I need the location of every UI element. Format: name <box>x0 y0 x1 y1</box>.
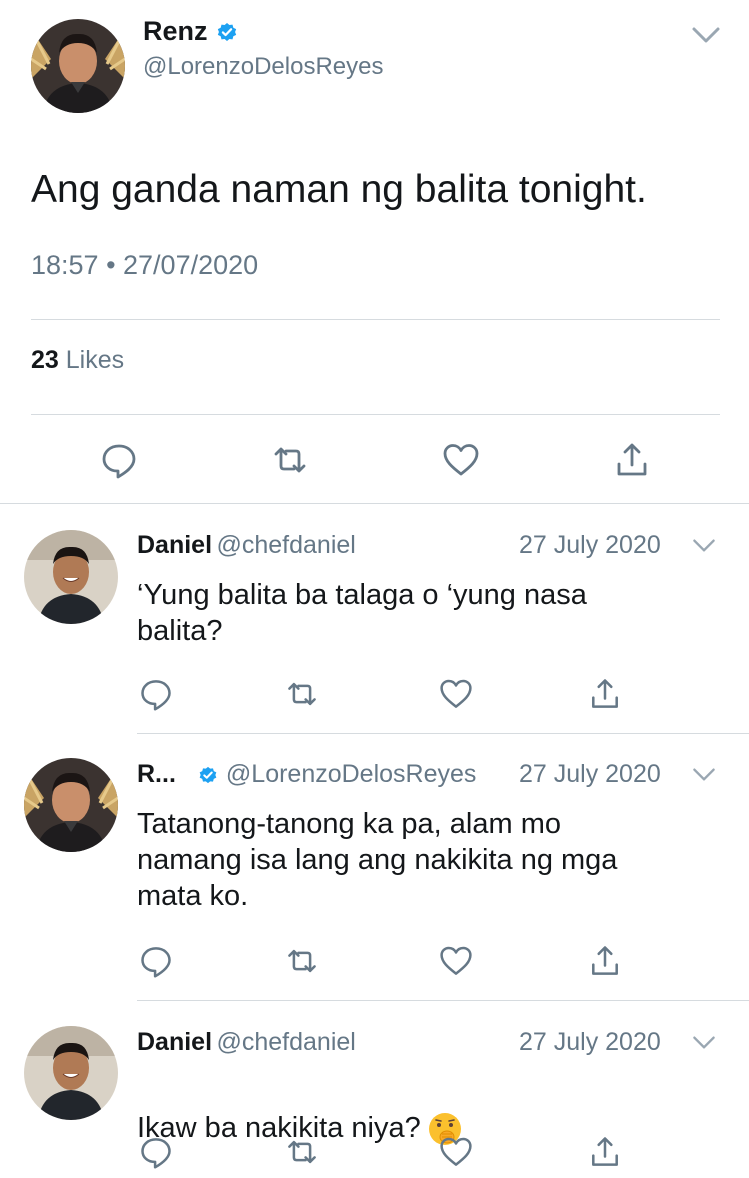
retweet-icon <box>284 1134 320 1170</box>
share-icon <box>587 676 623 712</box>
reply-header: R... @LorenzoDelosReyes <box>137 760 476 789</box>
reply-avatar[interactable] <box>24 1026 118 1120</box>
reply-date[interactable]: 27 July 2020 <box>519 531 661 560</box>
share-icon <box>612 440 652 480</box>
retweet-button[interactable] <box>284 676 320 712</box>
reply-author-handle[interactable]: @LorenzoDelosReyes <box>226 760 477 789</box>
author-avatar[interactable] <box>31 19 125 113</box>
retweet-icon <box>284 676 320 712</box>
reply-date[interactable]: 27 July 2020 <box>519 760 661 789</box>
share-button[interactable] <box>612 440 652 480</box>
reply-icon <box>99 440 139 480</box>
tweet-timestamp[interactable]: 18:57 • 27/07/2020 <box>31 250 258 281</box>
reply-text: Ikaw ba nakikita niya? <box>137 1112 421 1144</box>
divider <box>31 319 720 320</box>
heart-icon <box>438 943 474 979</box>
reply-icon <box>138 943 174 979</box>
share-icon <box>587 1134 623 1170</box>
share-button[interactable] <box>587 1134 623 1170</box>
reply-author-name[interactable]: R... <box>137 760 176 789</box>
chevron-down-icon[interactable] <box>692 767 716 782</box>
heart-icon <box>438 676 474 712</box>
divider <box>31 414 720 415</box>
verified-badge-icon <box>216 21 238 43</box>
verified-badge-icon <box>198 765 218 785</box>
chevron-down-icon[interactable] <box>692 1035 716 1050</box>
like-button[interactable] <box>438 1134 474 1170</box>
author-name-row[interactable]: Renz <box>143 16 238 47</box>
reply-button[interactable] <box>138 943 174 979</box>
reply-avatar[interactable] <box>24 758 118 852</box>
share-button[interactable] <box>587 676 623 712</box>
retweet-button[interactable] <box>284 943 320 979</box>
reply-button[interactable] <box>99 440 139 480</box>
reply-icon <box>138 676 174 712</box>
share-icon <box>587 943 623 979</box>
divider <box>137 1000 749 1001</box>
retweet-button[interactable] <box>284 1134 320 1170</box>
likes-number: 23 <box>31 346 59 374</box>
heart-icon <box>438 1134 474 1170</box>
author-handle[interactable]: @LorenzoDelosReyes <box>143 53 383 81</box>
reply-date[interactable]: 27 July 2020 <box>519 1028 661 1057</box>
divider <box>0 503 749 504</box>
reply-avatar[interactable] <box>24 530 118 624</box>
retweet-button[interactable] <box>270 440 310 480</box>
like-button[interactable] <box>441 440 481 480</box>
likes-count[interactable]: 23 Likes <box>31 346 124 375</box>
reply-author-handle[interactable]: @chefdaniel <box>216 1028 355 1056</box>
reply-header: Daniel @chefdaniel <box>137 531 356 560</box>
reply-header: Daniel @chefdaniel <box>137 1028 356 1057</box>
tweet-text: Ang ganda naman ng balita tonight. <box>31 168 647 211</box>
heart-icon <box>441 440 481 480</box>
share-button[interactable] <box>587 943 623 979</box>
like-button[interactable] <box>438 943 474 979</box>
likes-label: Likes <box>65 346 125 374</box>
chevron-down-icon[interactable] <box>691 26 721 44</box>
retweet-icon <box>284 943 320 979</box>
reply-text: ‘Yung balita ba talaga o ‘yung nasa bali… <box>137 579 587 647</box>
reply-text-row: Ikaw ba nakikita niya? <box>137 1074 717 1147</box>
reply-author-name[interactable]: Daniel <box>137 1028 212 1056</box>
reply-button[interactable] <box>138 676 174 712</box>
reply-author-handle[interactable]: @chefdaniel <box>216 531 355 559</box>
reply-text: Tatanong-tanong ka pa, alam mo namang is… <box>137 808 618 912</box>
like-button[interactable] <box>438 676 474 712</box>
reply-icon <box>138 1134 174 1170</box>
reply-button[interactable] <box>138 1134 174 1170</box>
reply-author-name[interactable]: Daniel <box>137 531 212 559</box>
chevron-down-icon[interactable] <box>692 538 716 553</box>
divider <box>137 733 749 734</box>
retweet-icon <box>270 440 310 480</box>
author-name[interactable]: Renz <box>143 16 208 47</box>
